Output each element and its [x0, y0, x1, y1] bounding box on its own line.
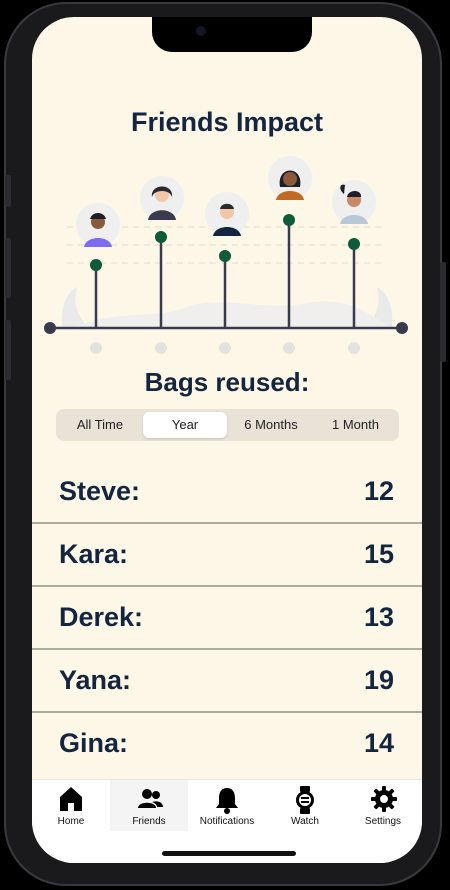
avatar-icon [332, 180, 376, 224]
avatar-icon [76, 203, 120, 247]
nav-label: Friends [132, 816, 166, 827]
bag-count: 12 [363, 476, 394, 506]
nav-label: Settings [364, 816, 402, 827]
nav-watch[interactable]: Watch [266, 780, 344, 832]
friend-name: Yana: [59, 665, 132, 695]
value-dot [90, 259, 102, 271]
home-indicator-area [32, 831, 422, 863]
nav-notifications[interactable]: Notifications [188, 780, 266, 832]
notch [152, 17, 312, 52]
axis-end-dot [44, 322, 56, 334]
bags-reused-heading: Bags reused: [144, 367, 310, 397]
marker-dot [90, 342, 102, 354]
list-item: Kara: 15 [32, 525, 422, 587]
list-item: Derek: 13 [32, 588, 422, 650]
list-item: Gina: 14 [32, 714, 422, 776]
nav-settings[interactable]: Settings [344, 780, 422, 832]
axis-end-dot [396, 322, 408, 334]
nav-label: Watch [291, 816, 319, 827]
marker-dot [155, 342, 167, 354]
friend-name: Gina: [59, 728, 129, 758]
nav-home[interactable]: Home [32, 780, 110, 832]
friends-illustration [44, 156, 408, 354]
tab-1-month[interactable]: 1 Month [315, 412, 396, 438]
hill-shape [72, 301, 392, 328]
volume-up-button [5, 238, 11, 298]
tab-label: All Time [76, 417, 124, 432]
tab-label: Year [171, 417, 199, 432]
avatar-icon [268, 156, 312, 200]
friend-name: Derek: [59, 602, 144, 632]
tab-6-months[interactable]: 6 Months [229, 412, 313, 438]
nav-friends[interactable]: Friends [110, 780, 188, 832]
nav-label: Notifications [199, 816, 255, 827]
marker-dot [348, 342, 360, 354]
bell-icon [216, 788, 238, 814]
phone-device: Friends Impact Bags reused: All Time Yea… [0, 0, 450, 890]
bag-count: 15 [363, 539, 394, 569]
marker-dot [283, 342, 295, 354]
app-screen: Friends Impact Bags reused: All Time Yea… [32, 17, 422, 863]
value-dot [283, 214, 295, 226]
front-camera [196, 26, 206, 36]
friend-name: Steve: [59, 476, 141, 506]
tab-year[interactable]: Year [143, 412, 227, 438]
friend-name: Kara: [59, 539, 129, 569]
bag-count: 19 [363, 665, 394, 695]
bottom-nav: Home Friends Notifications Watch Setting… [32, 779, 422, 832]
nav-label: Home [57, 816, 85, 827]
value-dot [155, 231, 167, 243]
marker-dot [219, 342, 231, 354]
avatar-icon [140, 176, 184, 220]
friends-icon [138, 789, 163, 808]
value-dot [348, 238, 360, 250]
list-item: Steve: 12 [32, 462, 422, 524]
watch-icon [296, 786, 314, 814]
value-dot [219, 250, 231, 262]
home-indicator[interactable] [162, 851, 296, 856]
bag-count: 13 [363, 602, 394, 632]
tab-all-time[interactable]: All Time [59, 412, 141, 438]
silent-switch [5, 175, 11, 207]
power-button [440, 262, 446, 362]
tab-label: 6 Months [244, 417, 298, 432]
page-title: Friends Impact [130, 107, 324, 137]
gear-icon [371, 786, 397, 812]
tab-label: 1 Month [332, 417, 379, 432]
list-item: Yana: 19 [32, 651, 422, 713]
time-range-tabs: All Time Year 6 Months 1 Month [56, 409, 399, 441]
avatar-icon [205, 192, 249, 236]
home-icon [60, 787, 82, 811]
bag-count: 14 [363, 728, 394, 758]
volume-down-button [5, 320, 11, 380]
leaf-shape [61, 287, 87, 327]
